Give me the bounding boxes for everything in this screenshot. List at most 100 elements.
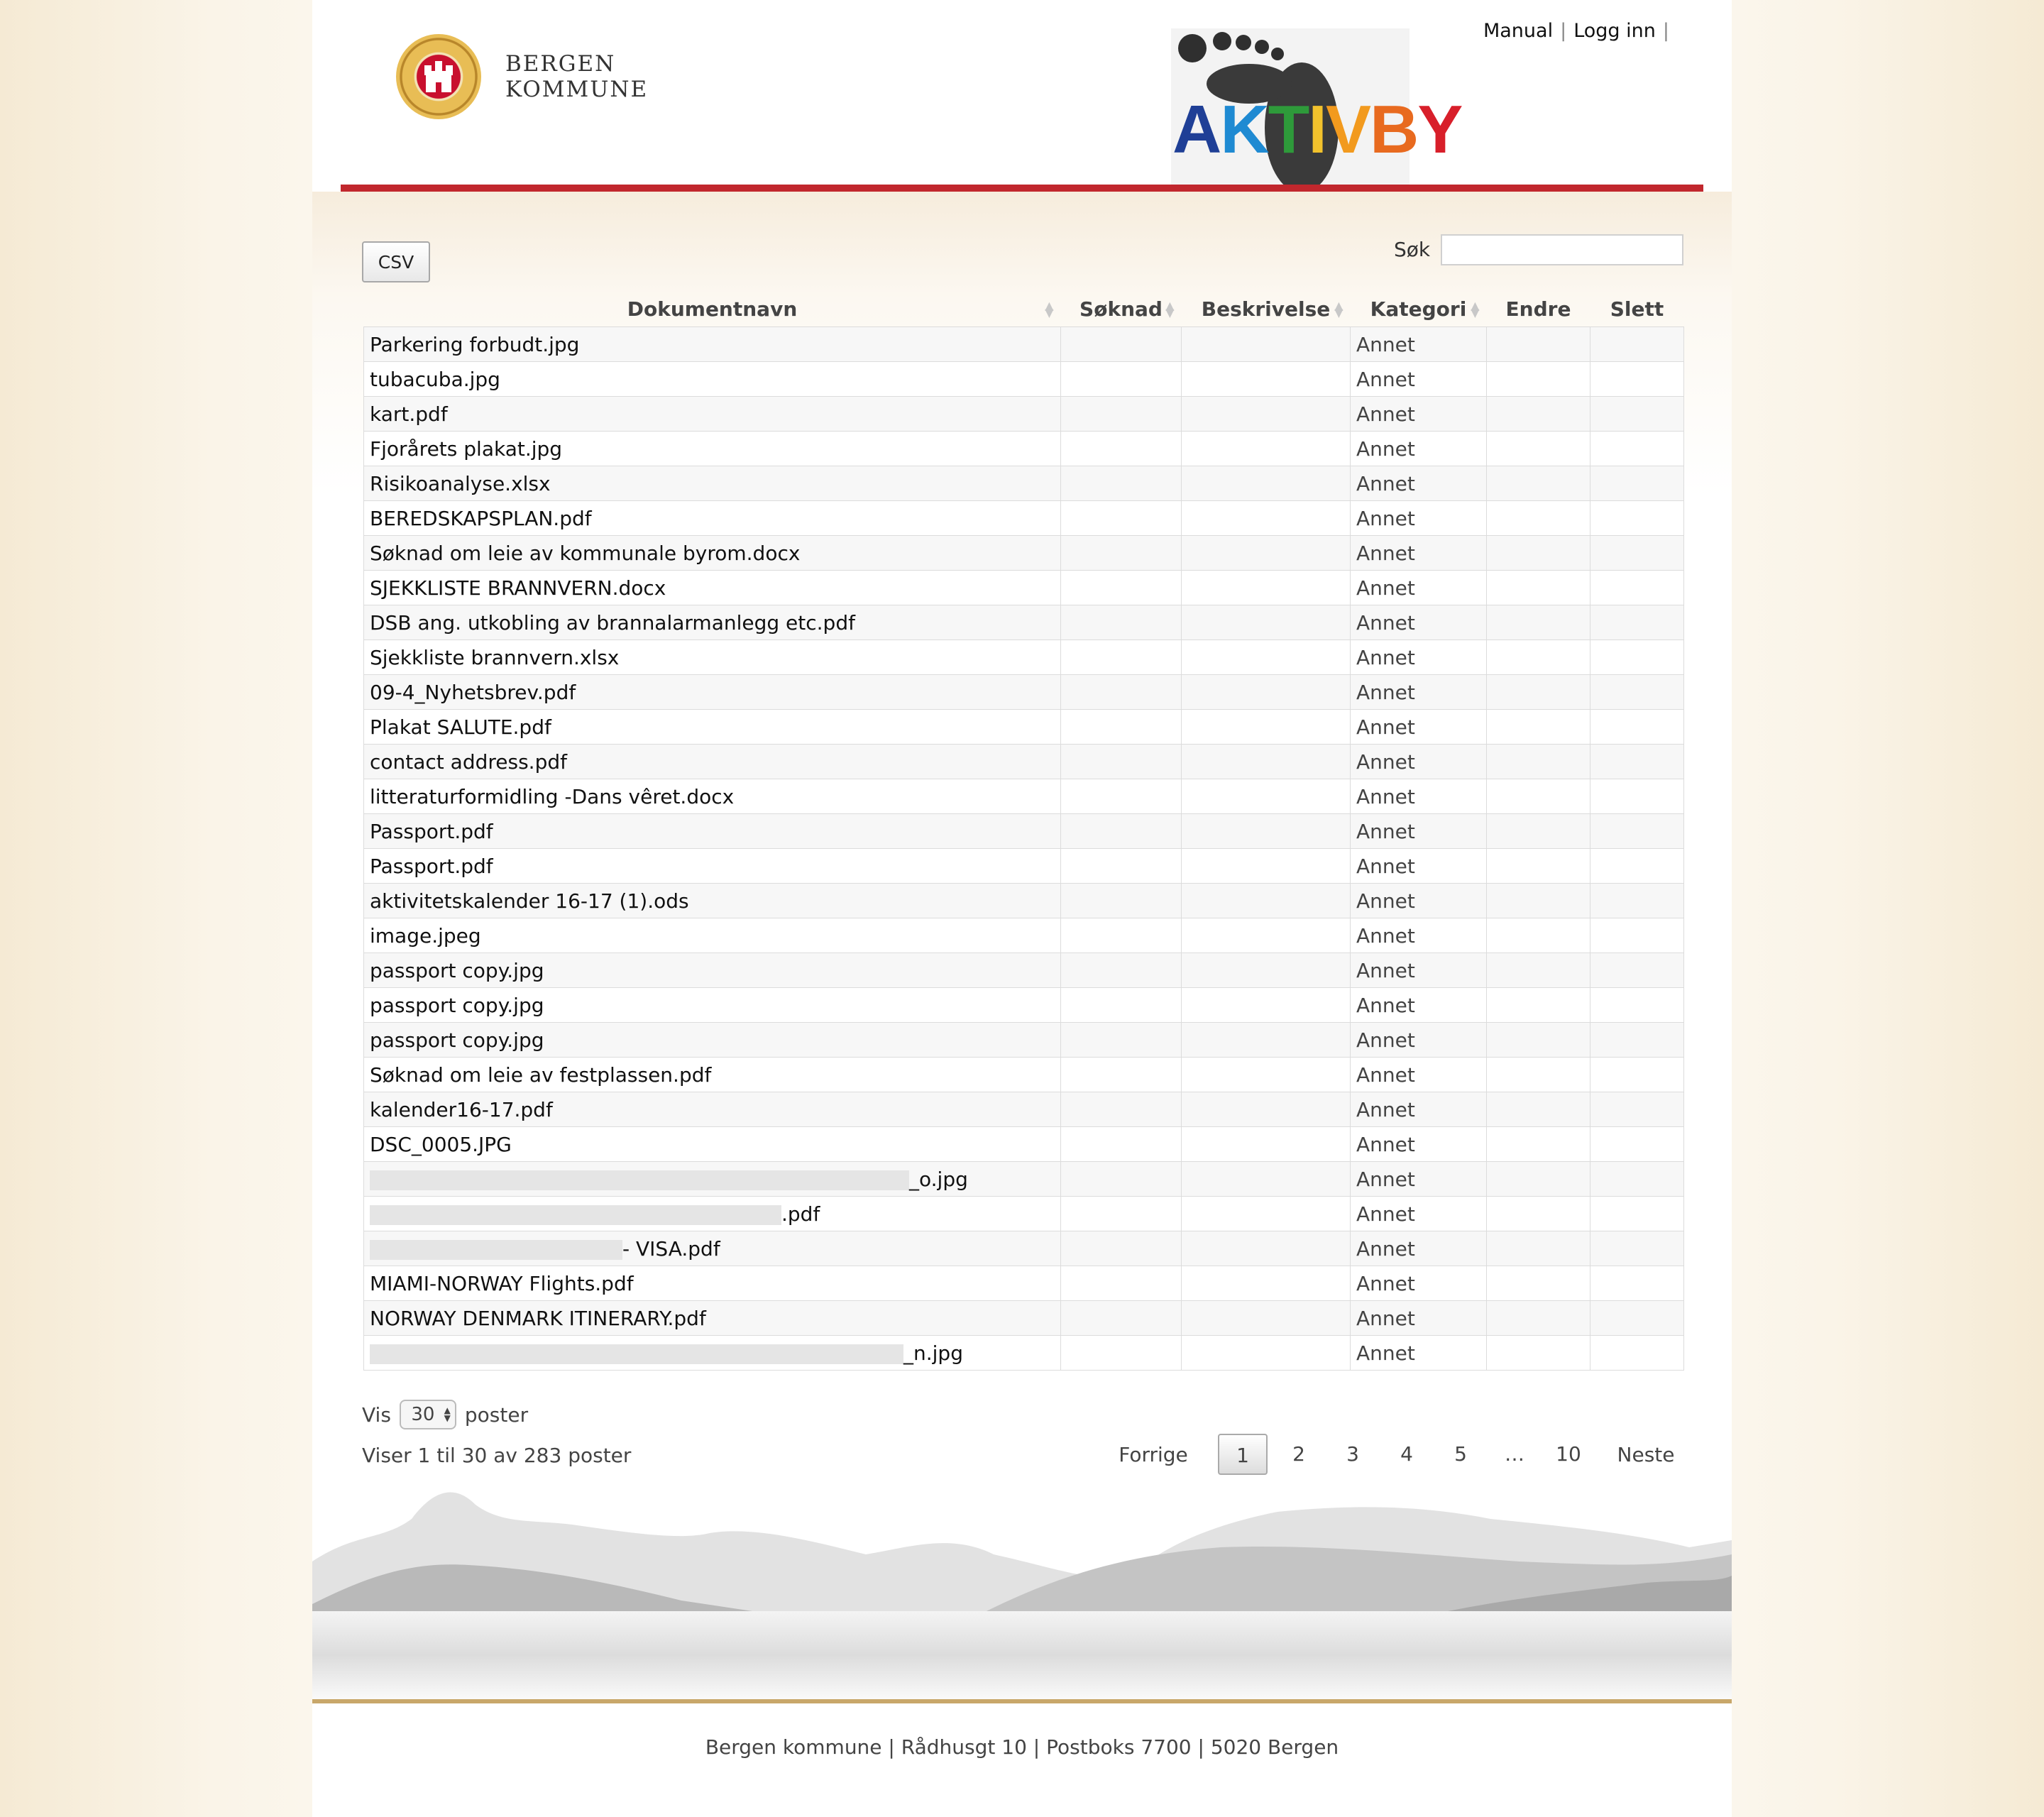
document-name-cell[interactable]: _o.jpg xyxy=(363,1161,1061,1197)
document-name[interactable]: aktivitetskalender 16-17 (1).ods xyxy=(370,889,689,913)
document-name[interactable]: contact address.pdf xyxy=(370,750,567,774)
document-name[interactable]: NORWAY DENMARK ITINERARY.pdf xyxy=(370,1307,706,1330)
delete-cell[interactable] xyxy=(1590,1126,1684,1162)
edit-cell[interactable] xyxy=(1486,1266,1590,1301)
previous-page-button[interactable]: Forrige xyxy=(1107,1443,1199,1466)
bergen-kommune-logo[interactable]: BERGEN KOMMUNE xyxy=(396,34,648,119)
delete-cell[interactable] xyxy=(1590,1161,1684,1197)
edit-cell[interactable] xyxy=(1486,744,1590,779)
document-name-cell[interactable]: - VISA.pdf xyxy=(363,1231,1061,1266)
edit-cell[interactable] xyxy=(1486,674,1590,710)
document-name-cell[interactable]: image.jpeg xyxy=(363,918,1061,953)
manual-link[interactable]: Manual xyxy=(1483,20,1553,42)
document-name[interactable]: litteraturformidling -Dans vêret.docx xyxy=(370,785,734,808)
column-header-dokumentnavn[interactable]: Dokumentnavn ▲ ▼ xyxy=(364,291,1061,327)
edit-cell[interactable] xyxy=(1486,570,1590,605)
document-name-cell[interactable]: kalender16-17.pdf xyxy=(363,1092,1061,1127)
page-button-4[interactable]: 4 xyxy=(1380,1434,1434,1475)
document-name-cell[interactable]: BEREDSKAPSPLAN.pdf xyxy=(363,500,1061,536)
aktivby-logo[interactable]: AKTIVBY xyxy=(1172,91,1463,169)
document-name[interactable]: passport copy.jpg xyxy=(370,994,544,1017)
delete-cell[interactable] xyxy=(1590,1057,1684,1092)
edit-cell[interactable] xyxy=(1486,431,1590,466)
edit-cell[interactable] xyxy=(1486,361,1590,397)
edit-cell[interactable] xyxy=(1486,987,1590,1023)
document-name-cell[interactable]: .pdf xyxy=(363,1196,1061,1231)
document-name-cell[interactable]: DSC_0005.JPG xyxy=(363,1126,1061,1162)
page-button-5[interactable]: 5 xyxy=(1434,1434,1488,1475)
edit-cell[interactable] xyxy=(1486,779,1590,814)
document-name[interactable]: Plakat SALUTE.pdf xyxy=(370,715,551,739)
document-name[interactable]: image.jpeg xyxy=(370,924,481,948)
page-button-2[interactable]: 2 xyxy=(1272,1434,1326,1475)
document-name[interactable]: Passport.pdf xyxy=(370,855,493,878)
document-name[interactable]: DSC_0005.JPG xyxy=(370,1133,512,1156)
delete-cell[interactable] xyxy=(1590,953,1684,988)
edit-cell[interactable] xyxy=(1486,1196,1590,1231)
column-header-kategori[interactable]: Kategori ▲ ▼ xyxy=(1351,291,1487,327)
document-name[interactable]: Risikoanalyse.xlsx xyxy=(370,472,551,495)
document-name[interactable]: Parkering forbudt.jpg xyxy=(370,333,579,356)
edit-cell[interactable] xyxy=(1486,953,1590,988)
document-name[interactable]: Sjekkliste brannvern.xlsx xyxy=(370,646,619,669)
delete-cell[interactable] xyxy=(1590,1231,1684,1266)
document-name[interactable]: tubacuba.jpg xyxy=(370,368,500,391)
delete-cell[interactable] xyxy=(1590,1092,1684,1127)
document-name[interactable]: Fjorårets plakat.jpg xyxy=(370,437,562,461)
document-name[interactable]: MIAMI-NORWAY Flights.pdf xyxy=(370,1272,634,1295)
edit-cell[interactable] xyxy=(1486,1231,1590,1266)
delete-cell[interactable] xyxy=(1590,431,1684,466)
delete-cell[interactable] xyxy=(1590,918,1684,953)
document-name-cell[interactable]: passport copy.jpg xyxy=(363,1022,1061,1058)
document-name-cell[interactable]: _n.jpg xyxy=(363,1335,1061,1371)
column-header-soknad[interactable]: Søknad ▲ ▼ xyxy=(1061,291,1182,327)
document-name-cell[interactable]: Parkering forbudt.jpg xyxy=(363,326,1061,362)
edit-cell[interactable] xyxy=(1486,709,1590,745)
document-name[interactable]: kart.pdf xyxy=(370,402,448,426)
edit-cell[interactable] xyxy=(1486,1335,1590,1371)
document-name-cell[interactable]: passport copy.jpg xyxy=(363,953,1061,988)
document-name[interactable]: SJEKKLISTE BRANNVERN.docx xyxy=(370,576,666,600)
delete-cell[interactable] xyxy=(1590,535,1684,571)
delete-cell[interactable] xyxy=(1590,361,1684,397)
delete-cell[interactable] xyxy=(1590,570,1684,605)
document-name-cell[interactable]: Sjekkliste brannvern.xlsx xyxy=(363,639,1061,675)
delete-cell[interactable] xyxy=(1590,1022,1684,1058)
delete-cell[interactable] xyxy=(1590,500,1684,536)
document-name-cell[interactable]: kart.pdf xyxy=(363,396,1061,432)
document-name[interactable]: 09-4_Nyhetsbrev.pdf xyxy=(370,681,576,704)
edit-cell[interactable] xyxy=(1486,918,1590,953)
delete-cell[interactable] xyxy=(1590,987,1684,1023)
edit-cell[interactable] xyxy=(1486,466,1590,501)
document-name-cell[interactable]: litteraturformidling -Dans vêret.docx xyxy=(363,779,1061,814)
document-name[interactable]: _n.jpg xyxy=(903,1341,963,1365)
edit-cell[interactable] xyxy=(1486,639,1590,675)
document-name-cell[interactable]: 09-4_Nyhetsbrev.pdf xyxy=(363,674,1061,710)
document-name[interactable]: .pdf xyxy=(781,1202,820,1226)
delete-cell[interactable] xyxy=(1590,1196,1684,1231)
document-name-cell[interactable]: SJEKKLISTE BRANNVERN.docx xyxy=(363,570,1061,605)
delete-cell[interactable] xyxy=(1590,813,1684,849)
delete-cell[interactable] xyxy=(1590,674,1684,710)
delete-cell[interactable] xyxy=(1590,639,1684,675)
document-name[interactable]: DSB ang. utkobling av brannalarmanlegg e… xyxy=(370,611,855,635)
document-name-cell[interactable]: DSB ang. utkobling av brannalarmanlegg e… xyxy=(363,605,1061,640)
delete-cell[interactable] xyxy=(1590,1300,1684,1336)
delete-cell[interactable] xyxy=(1590,883,1684,918)
edit-cell[interactable] xyxy=(1486,813,1590,849)
edit-cell[interactable] xyxy=(1486,1300,1590,1336)
login-link[interactable]: Logg inn xyxy=(1573,20,1656,42)
document-name-cell[interactable]: Passport.pdf xyxy=(363,813,1061,849)
document-name-cell[interactable]: Søknad om leie av kommunale byrom.docx xyxy=(363,535,1061,571)
delete-cell[interactable] xyxy=(1590,1335,1684,1371)
document-name-cell[interactable]: MIAMI-NORWAY Flights.pdf xyxy=(363,1266,1061,1301)
document-name[interactable]: Søknad om leie av festplassen.pdf xyxy=(370,1063,711,1087)
csv-export-button[interactable]: CSV xyxy=(362,241,430,282)
document-name-cell[interactable]: Søknad om leie av festplassen.pdf xyxy=(363,1057,1061,1092)
edit-cell[interactable] xyxy=(1486,500,1590,536)
edit-cell[interactable] xyxy=(1486,326,1590,362)
edit-cell[interactable] xyxy=(1486,605,1590,640)
search-input[interactable] xyxy=(1441,234,1683,265)
delete-cell[interactable] xyxy=(1590,779,1684,814)
delete-cell[interactable] xyxy=(1590,709,1684,745)
